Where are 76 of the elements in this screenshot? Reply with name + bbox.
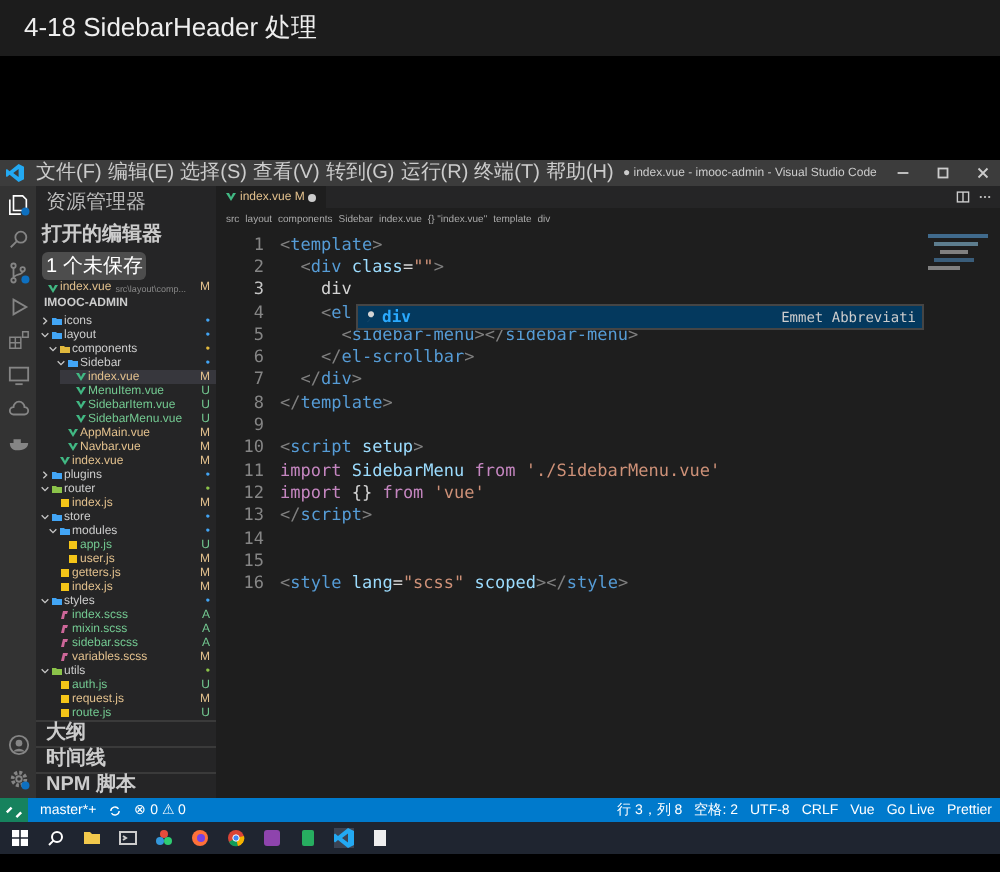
line-number: 8 bbox=[251, 393, 266, 414]
code-line: </el-scrollbar> bbox=[318, 348, 475, 369]
search-icon[interactable] bbox=[46, 828, 66, 848]
app-tile-icon[interactable] bbox=[262, 828, 282, 848]
files-icon[interactable] bbox=[7, 194, 29, 216]
menu-item[interactable]: 帮助(H) bbox=[545, 160, 614, 186]
code-line: </template> bbox=[280, 393, 393, 414]
line-number: 11 bbox=[241, 461, 266, 482]
folder-icon[interactable] bbox=[82, 828, 102, 848]
code-line: <template> bbox=[280, 235, 383, 256]
code-line: div bbox=[318, 280, 352, 301]
chrome-icon[interactable] bbox=[226, 828, 246, 848]
code-line: <el bbox=[318, 303, 352, 324]
sync-icon[interactable] bbox=[108, 803, 123, 817]
vue-file-icon bbox=[226, 192, 236, 202]
colorful-app-icon[interactable] bbox=[154, 828, 174, 848]
menu-item[interactable]: 运行(R) bbox=[400, 160, 469, 186]
code-line: </script> bbox=[280, 506, 373, 527]
split-editor-icon[interactable] bbox=[956, 190, 970, 204]
folder-icon bbox=[52, 666, 62, 676]
code-line: import {} from 'vue' bbox=[280, 483, 485, 504]
line-number: 12 bbox=[241, 483, 266, 504]
branch-icon[interactable] bbox=[7, 262, 29, 284]
line-number: 1 bbox=[251, 235, 266, 256]
code-line: <script setup> bbox=[280, 438, 424, 459]
run-icon[interactable] bbox=[7, 296, 29, 318]
editor-logo-icon bbox=[6, 164, 24, 182]
line-number: 3 bbox=[251, 280, 266, 301]
menu-item[interactable]: 编辑(E) bbox=[107, 160, 175, 186]
chevron-icon bbox=[40, 596, 50, 606]
video-title: 4-18 SidebarHeader 处理 bbox=[0, 0, 1000, 56]
menu-item[interactable]: 查看(V) bbox=[252, 160, 320, 186]
unsaved-dot-icon bbox=[308, 193, 317, 201]
menu-item[interactable]: 选择(S) bbox=[180, 160, 247, 186]
line-number: 15 bbox=[241, 551, 266, 572]
line-number: 5 bbox=[251, 325, 266, 346]
monitor-icon[interactable] bbox=[7, 364, 29, 386]
phone-icon[interactable] bbox=[298, 828, 318, 848]
panel-header[interactable]: 时间线 bbox=[36, 746, 216, 772]
line-number: 16 bbox=[241, 574, 266, 595]
chevron-icon bbox=[40, 666, 50, 676]
remote-icon[interactable] bbox=[0, 798, 28, 822]
line-number: 10 bbox=[241, 438, 266, 459]
cloud-icon[interactable] bbox=[7, 398, 29, 420]
start-icon[interactable] bbox=[10, 828, 30, 848]
line-number: 2 bbox=[251, 257, 266, 278]
document-icon[interactable] bbox=[370, 828, 390, 848]
extensions-icon[interactable] bbox=[7, 330, 29, 352]
terminal-icon[interactable] bbox=[118, 828, 138, 848]
code-line: <sidebar-menu></sidebar-menu> bbox=[339, 325, 639, 346]
account-icon[interactable] bbox=[7, 734, 29, 756]
explorer-title: 资源管理器 bbox=[44, 190, 148, 218]
line-number: 13 bbox=[241, 506, 266, 527]
firefox-icon[interactable] bbox=[190, 828, 210, 848]
menu-item[interactable]: 文件(F) bbox=[36, 160, 102, 186]
line-number: 4 bbox=[251, 303, 266, 324]
minimap-drawing bbox=[928, 234, 988, 270]
settings-icon[interactable] bbox=[7, 768, 29, 790]
code-line: import SidebarMenu from './SidebarMenu.vue' bbox=[280, 461, 721, 482]
line-number: 9 bbox=[251, 416, 266, 437]
menu-item[interactable]: 转到(G) bbox=[325, 160, 395, 186]
menu-item[interactable]: 终端(T) bbox=[474, 160, 540, 186]
section-header[interactable]: 打开的编辑器 bbox=[42, 220, 162, 248]
folder-icon bbox=[52, 596, 62, 606]
js-file-icon bbox=[60, 498, 70, 508]
editor-logo-icon[interactable] bbox=[334, 828, 354, 848]
code-line: </div> bbox=[298, 370, 362, 391]
line-number: 7 bbox=[251, 370, 266, 391]
code-line: <style lang="scss" scoped></style> bbox=[280, 574, 629, 595]
maximize-icon[interactable] bbox=[934, 164, 952, 182]
close-icon[interactable] bbox=[974, 164, 992, 182]
unsaved-count: 1 个未保存 bbox=[42, 252, 147, 280]
panel-header[interactable]: 大纲 bbox=[36, 720, 216, 746]
line-number: 6 bbox=[251, 348, 266, 369]
code-line: <div class=""> bbox=[298, 257, 444, 278]
line-number: 14 bbox=[241, 529, 266, 549]
